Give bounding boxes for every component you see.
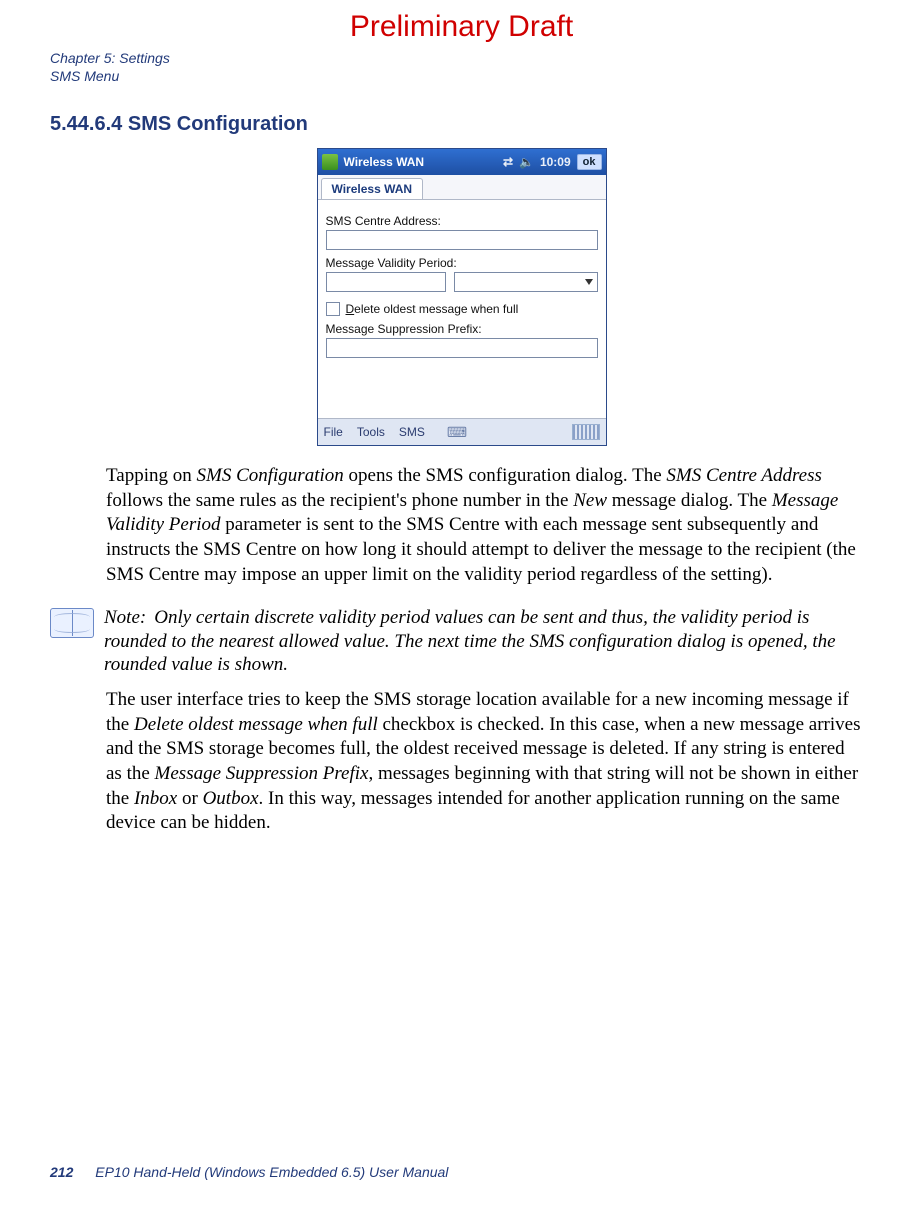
section-heading: 5.44.6.4 SMS Configuration xyxy=(50,113,873,136)
note-block: Note: Only certain discrete validity per… xyxy=(50,606,863,676)
input-validity-value[interactable] xyxy=(326,272,446,292)
combo-validity-unit[interactable] xyxy=(454,272,598,292)
connectivity-icon[interactable]: ⇄ xyxy=(503,155,513,169)
volume-icon[interactable]: 🔈 xyxy=(519,155,534,169)
titlebar: Wireless WAN ⇄ 🔈 10:09 ok xyxy=(318,149,606,175)
tab-row: Wireless WAN xyxy=(318,175,606,200)
clock-text: 10:09 xyxy=(540,155,571,169)
form-area: SMS Centre Address: Message Validity Per… xyxy=(318,200,606,418)
footer-title: EP10 Hand-Held (Windows Embedded 6.5) Us… xyxy=(95,1164,448,1180)
chevron-down-icon xyxy=(585,279,593,285)
checkbox-delete-oldest[interactable] xyxy=(326,302,340,316)
input-sms-centre[interactable] xyxy=(326,230,598,250)
section-title: SMS Configuration xyxy=(128,113,308,135)
keyboard-toggle-icon[interactable]: ⌨ xyxy=(447,424,467,441)
menu-bar: File Tools SMS ⌨ xyxy=(318,418,606,445)
menu-sms[interactable]: SMS xyxy=(399,425,425,439)
tab-wireless-wan[interactable]: Wireless WAN xyxy=(321,178,424,199)
label-suppression-prefix: Message Suppression Prefix: xyxy=(326,322,598,336)
sip-panel-icon[interactable] xyxy=(572,424,600,440)
checkbox-delete-oldest-label: Delete oldest message when full xyxy=(346,302,519,316)
sub-line: SMS Menu xyxy=(50,68,873,86)
paragraph-1: Tapping on SMS Configuration opens the S… xyxy=(106,464,863,587)
menu-file[interactable]: File xyxy=(324,425,343,439)
paragraph-2: The user interface tries to keep the SMS… xyxy=(106,688,863,836)
chapter-line: Chapter 5: Settings xyxy=(50,50,873,68)
menu-tools[interactable]: Tools xyxy=(357,425,385,439)
label-validity-period: Message Validity Period: xyxy=(326,256,598,270)
start-flag-icon[interactable] xyxy=(322,154,338,170)
book-icon xyxy=(50,608,94,638)
note-label: Note: xyxy=(104,607,146,628)
input-suppression-prefix[interactable] xyxy=(326,338,598,358)
page-footer: 212 EP10 Hand-Held (Windows Embedded 6.5… xyxy=(50,1164,448,1180)
note-text: Only certain discrete validity period va… xyxy=(104,607,836,674)
section-number: 5.44.6.4 xyxy=(50,113,122,135)
titlebar-title: Wireless WAN xyxy=(344,155,497,169)
manual-page: Preliminary Draft Chapter 5: Settings SM… xyxy=(0,0,913,1208)
preliminary-draft-heading: Preliminary Draft xyxy=(50,10,873,44)
device-screenshot: Wireless WAN ⇄ 🔈 10:09 ok Wireless WAN S… xyxy=(50,148,873,446)
label-sms-centre: SMS Centre Address: xyxy=(326,214,598,228)
page-number: 212 xyxy=(50,1164,73,1180)
ok-button[interactable]: ok xyxy=(577,154,602,170)
device-window: Wireless WAN ⇄ 🔈 10:09 ok Wireless WAN S… xyxy=(317,148,607,446)
